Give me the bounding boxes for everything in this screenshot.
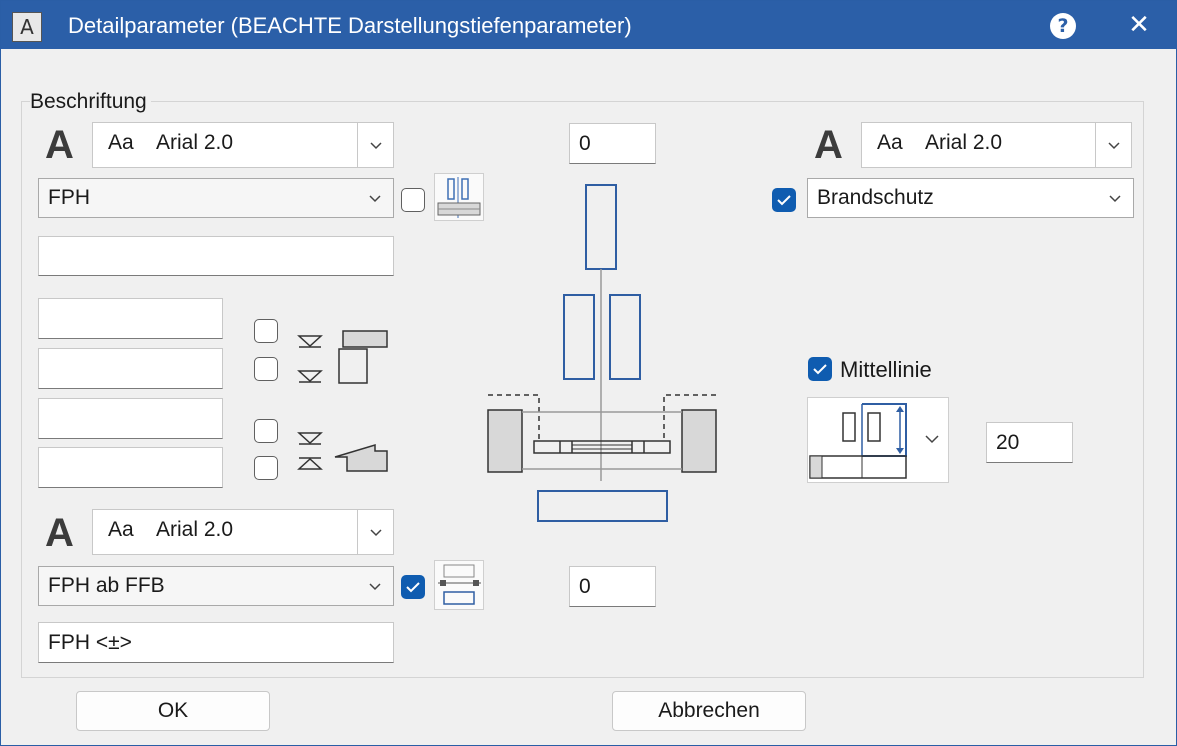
- font-prefix: Aa: [108, 131, 134, 154]
- option-checkbox-4[interactable]: [254, 456, 278, 480]
- font-a-icon: A: [814, 123, 843, 167]
- check-icon: [813, 364, 827, 375]
- check-icon: [406, 582, 420, 593]
- centerline-checkbox[interactable]: [808, 357, 832, 381]
- height-field-3[interactable]: [38, 398, 223, 439]
- font-select-bottom-left[interactable]: Aa Arial 2.0: [92, 509, 394, 555]
- ok-button[interactable]: OK: [76, 691, 270, 731]
- window-title: Detailparameter (BEACHTE Darstellungstie…: [68, 13, 632, 38]
- dialog-window: A Detailparameter (BEACHTE Darstellungst…: [0, 0, 1177, 746]
- category-checkbox[interactable]: [772, 188, 796, 212]
- app-icon: A: [12, 12, 42, 42]
- format-field[interactable]: FPH <±>: [38, 622, 394, 663]
- reference-checkbox[interactable]: [401, 575, 425, 599]
- type-select[interactable]: FPH: [38, 178, 394, 218]
- chevron-down-icon[interactable]: [1097, 179, 1133, 217]
- chevron-down-icon[interactable]: [357, 123, 393, 167]
- type-checkbox[interactable]: [401, 188, 425, 212]
- bottom-offset-field[interactable]: 0: [569, 566, 656, 607]
- centerline-style-dropdown[interactable]: [807, 397, 949, 483]
- chevron-down-icon[interactable]: [1095, 123, 1131, 167]
- centerline-label: Mittellinie: [840, 357, 932, 382]
- type-select-value: FPH: [48, 186, 90, 209]
- font-name: Arial 2.0: [925, 131, 1003, 154]
- cancel-button[interactable]: Abbrechen: [612, 691, 806, 731]
- title-bar: A Detailparameter (BEACHTE Darstellungst…: [1, 1, 1176, 49]
- option-checkbox-3[interactable]: [254, 419, 278, 443]
- chevron-down-icon[interactable]: [357, 567, 393, 605]
- font-a-icon: A: [45, 123, 74, 167]
- font-a-icon: A: [45, 511, 74, 555]
- option-checkbox-2[interactable]: [254, 357, 278, 381]
- wall-section-preview: [487, 184, 717, 522]
- reference-select-value: FPH ab FFB: [48, 574, 165, 597]
- height-field-2[interactable]: [38, 348, 223, 389]
- font-prefix: Aa: [108, 518, 134, 541]
- category-select-value: Brandschutz: [817, 186, 934, 209]
- chevron-down-icon[interactable]: [357, 179, 393, 217]
- reference-position-icon[interactable]: [434, 560, 484, 610]
- option-checkbox-1[interactable]: [254, 319, 278, 343]
- centerline-offset-field[interactable]: 20: [986, 422, 1073, 463]
- font-name: Arial 2.0: [156, 518, 234, 541]
- height-field-1[interactable]: [38, 298, 223, 339]
- reference-select[interactable]: FPH ab FFB: [38, 566, 394, 606]
- top-offset-field[interactable]: 0: [569, 123, 656, 164]
- font-select-top-right[interactable]: Aa Arial 2.0: [861, 122, 1132, 168]
- font-prefix: Aa: [877, 131, 903, 154]
- text-field[interactable]: [38, 236, 394, 276]
- check-icon: [777, 195, 791, 206]
- group-label: Beschriftung: [30, 90, 151, 114]
- help-icon[interactable]: ?: [1050, 13, 1076, 39]
- font-name: Arial 2.0: [156, 131, 234, 154]
- close-icon[interactable]: ✕: [1125, 11, 1153, 39]
- height-field-4[interactable]: [38, 447, 223, 488]
- label-position-icon[interactable]: [434, 173, 484, 221]
- level-symbols-icon: [297, 330, 388, 472]
- chevron-down-icon[interactable]: [357, 510, 393, 554]
- font-select-top-left[interactable]: Aa Arial 2.0: [92, 122, 394, 168]
- category-select[interactable]: Brandschutz: [807, 178, 1134, 218]
